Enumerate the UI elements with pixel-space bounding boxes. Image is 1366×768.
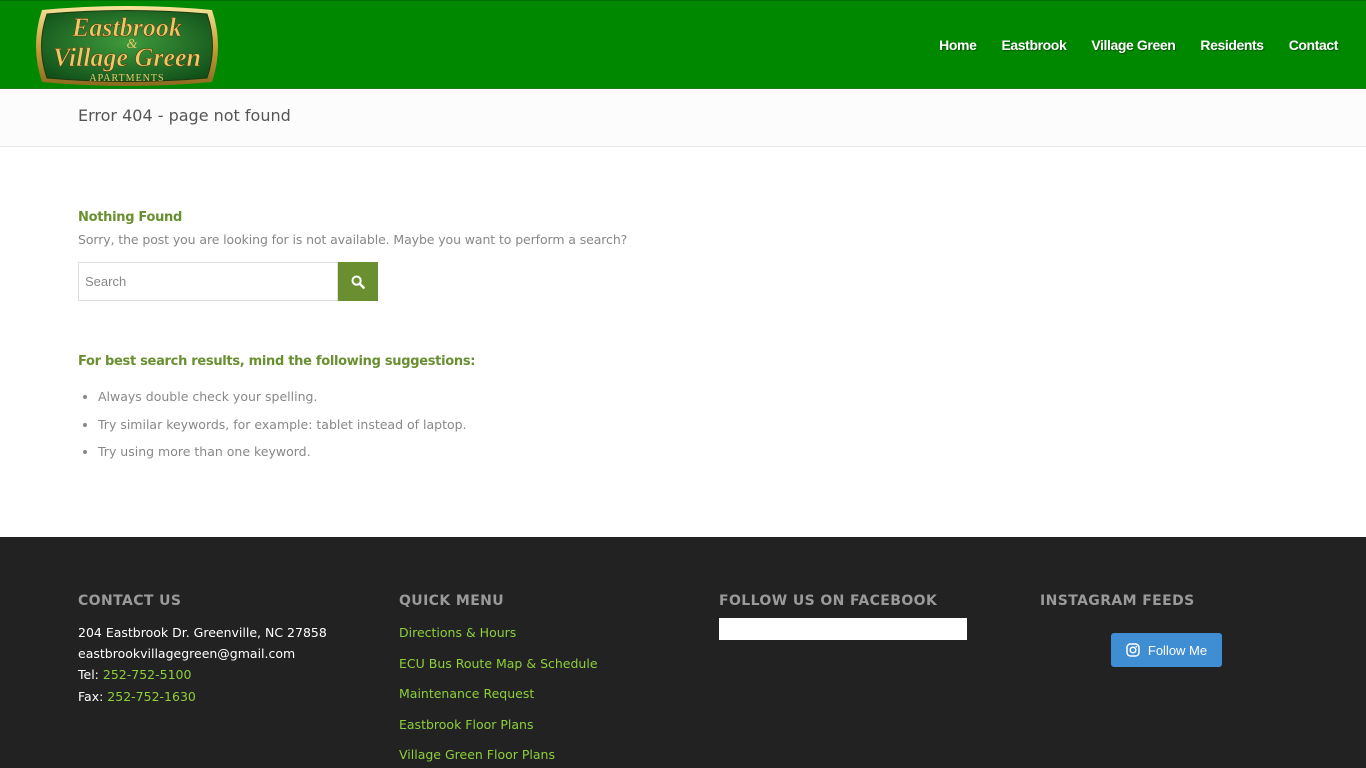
quick-link-eastbrook-floor-plans[interactable]: Eastbrook Floor Plans — [399, 717, 533, 732]
quick-link-directions[interactable]: Directions & Hours — [399, 625, 516, 640]
list-item: Try similar keywords, for example: table… — [98, 414, 467, 442]
logo-line-3: APARTMENTS — [89, 73, 164, 84]
search-form — [78, 262, 378, 301]
suggestions-heading: For best search results, mind the follow… — [78, 354, 476, 369]
tel-label: Tel: — [78, 667, 99, 682]
tel-link[interactable]: 252-752-5100 — [103, 667, 192, 682]
main-nav: Home Eastbrook Village Green Residents C… — [914, 1, 1338, 89]
contact-address: 204 Eastbrook Dr. Greenville, NC 27858 — [78, 625, 327, 640]
instagram-heading: INSTAGRAM FEEDS — [1040, 593, 1195, 609]
title-bar: Error 404 - page not found — [0, 89, 1366, 147]
contact-fax-row: Fax: 252-752-1630 — [78, 689, 196, 704]
contact-heading: CONTACT US — [78, 593, 182, 609]
fax-label: Fax: — [78, 689, 104, 704]
not-found-message: Sorry, the post you are looking for is n… — [78, 232, 628, 247]
fax-link[interactable]: 252-752-1630 — [107, 689, 196, 704]
nav-residents[interactable]: Residents — [1200, 37, 1264, 53]
nav-eastbrook[interactable]: Eastbrook — [1001, 37, 1066, 53]
logo-line-2: Village Green — [53, 43, 201, 72]
contact-email[interactable]: eastbrookvillagegreen@gmail.com — [78, 646, 295, 661]
list-item: Try using more than one keyword. — [98, 441, 467, 469]
nav-contact[interactable]: Contact — [1289, 37, 1339, 53]
site-logo[interactable]: Eastbrook & Village Green APARTMENTS — [28, 4, 226, 88]
facebook-widget[interactable] — [719, 618, 967, 640]
search-icon — [351, 275, 365, 289]
search-button[interactable] — [338, 262, 378, 301]
instagram-follow-button[interactable]: Follow Me — [1111, 633, 1222, 667]
quick-menu-heading: QUICK MENU — [399, 593, 505, 609]
quick-link-maintenance[interactable]: Maintenance Request — [399, 686, 534, 701]
search-input[interactable] — [78, 262, 338, 301]
quick-link-village-green-floor-plans[interactable]: Village Green Floor Plans — [399, 747, 555, 762]
nav-home[interactable]: Home — [939, 37, 977, 53]
instagram-icon — [1126, 643, 1140, 657]
nav-village-green[interactable]: Village Green — [1091, 37, 1175, 53]
suggestions-list: Always double check your spelling. Try s… — [78, 386, 467, 469]
list-item: Always double check your spelling. — [98, 386, 467, 414]
follow-button-label: Follow Me — [1147, 642, 1208, 658]
page-title: Error 404 - page not found — [78, 106, 291, 125]
contact-tel-row: Tel: 252-752-5100 — [78, 667, 191, 682]
facebook-heading: FOLLOW US ON FACEBOOK — [719, 593, 938, 609]
logo-graphic: Eastbrook & Village Green APARTMENTS — [36, 6, 218, 86]
site-footer: CONTACT US 204 Eastbrook Dr. Greenville,… — [0, 537, 1366, 768]
site-header: Eastbrook & Village Green APARTMENTS Hom… — [0, 0, 1366, 89]
quick-link-bus-route[interactable]: ECU Bus Route Map & Schedule — [399, 656, 598, 671]
nothing-found-heading: Nothing Found — [78, 210, 183, 225]
